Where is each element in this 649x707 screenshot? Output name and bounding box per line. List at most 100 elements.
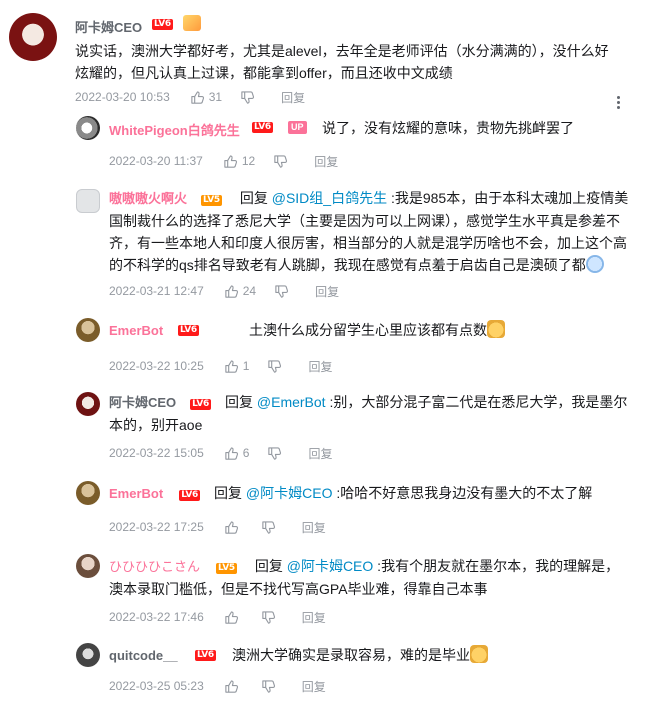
- thumb-up-icon: [224, 284, 239, 299]
- comment-body: 土澳什么成分留学生心里应该都有点数: [249, 322, 487, 338]
- embarrassed-emoji-icon: [585, 255, 604, 273]
- thumb-down-icon: [261, 679, 276, 694]
- like-button[interactable]: 12: [223, 154, 255, 169]
- thumb-up-icon: [224, 679, 239, 694]
- dislike-button[interactable]: [267, 359, 282, 374]
- avatar[interactable]: [76, 189, 100, 213]
- dislike-button[interactable]: [261, 610, 276, 625]
- avatar[interactable]: [76, 481, 100, 505]
- avatar[interactable]: [9, 13, 57, 61]
- comment-body: :别，大部分混子富二代是在悉尼大学，我是墨尔本的，别开aoe: [109, 394, 628, 433]
- like-button[interactable]: [224, 610, 243, 625]
- thumb-up-icon: [224, 359, 239, 374]
- like-count: 24: [242, 284, 257, 298]
- comment-meta: 2022-03-20 11:37 12 回复: [109, 153, 338, 169]
- reply-button[interactable]: 回复: [302, 678, 326, 695]
- cat-emoji-icon: [487, 320, 505, 338]
- level-badge: LV5: [216, 563, 237, 574]
- comment-meta: 2022-03-22 17:25 回复: [109, 519, 326, 535]
- reply-button[interactable]: 回复: [302, 609, 326, 626]
- dislike-button[interactable]: [267, 446, 282, 461]
- thumb-down-icon: [240, 90, 255, 105]
- reply-button[interactable]: 回复: [308, 445, 332, 462]
- level-badge: LV6: [152, 19, 173, 30]
- username[interactable]: 阿卡姆CEO: [109, 395, 176, 410]
- comment-meta: 2022-03-21 12:47 24 回复: [109, 283, 339, 299]
- level-badge: LV6: [190, 399, 211, 410]
- comment-time: 2022-03-22 17:25: [109, 520, 204, 534]
- comment-body: :哈哈不好意思我身边没有墨大的不太了解: [332, 485, 593, 501]
- up-badge: UP: [288, 121, 307, 134]
- comment-meta: 2022-03-22 15:05 6 回复: [109, 445, 332, 461]
- dislike-button[interactable]: [261, 679, 276, 694]
- thumb-up-icon: [223, 154, 238, 169]
- mention-link[interactable]: @SID组_白鸽先生: [272, 190, 387, 206]
- username[interactable]: ひひひひこさん: [109, 559, 200, 574]
- level-badge: LV5: [201, 195, 222, 206]
- avatar[interactable]: [76, 116, 100, 140]
- fan-medal-icon: [183, 15, 201, 31]
- reply-button[interactable]: 回复: [308, 358, 332, 375]
- reply-word: 回复: [239, 190, 268, 206]
- comment-body: 澳洲大学确实是录取容易，难的是毕业: [232, 647, 470, 663]
- reply-word: 回复: [225, 394, 253, 410]
- thumb-down-icon: [267, 359, 282, 374]
- comment-meta: 2022-03-25 05:23 回复: [109, 678, 326, 694]
- thumb-up-icon: [224, 520, 239, 535]
- mention-link[interactable]: @阿卡姆CEO: [246, 485, 333, 501]
- comment-time: 2022-03-21 12:47: [109, 284, 204, 298]
- comment-text: 土澳什么成分留学生心里应该都有点数: [249, 319, 549, 341]
- like-button[interactable]: 31: [190, 90, 222, 105]
- level-badge: LV6: [179, 490, 201, 501]
- reply-button[interactable]: 回复: [302, 519, 326, 536]
- reply-button[interactable]: 回复: [314, 153, 338, 170]
- username[interactable]: 阿卡姆CEO: [75, 17, 142, 36]
- level-badge: LV6: [178, 325, 199, 336]
- comment-time: 2022-03-22 15:05: [109, 446, 204, 460]
- more-options-icon[interactable]: [617, 96, 621, 110]
- avatar[interactable]: [76, 392, 100, 416]
- mention-link[interactable]: @阿卡姆CEO: [287, 558, 374, 574]
- username[interactable]: 嗷嗷嗷火啊火: [109, 191, 187, 206]
- dislike-button[interactable]: [274, 284, 289, 299]
- dislike-button[interactable]: [273, 154, 288, 169]
- like-count: 1: [242, 359, 250, 373]
- level-badge: LV6: [195, 650, 216, 661]
- comment-text: 澳洲大学确实是录取容易，难的是毕业: [232, 644, 532, 666]
- level-badge: LV6: [252, 122, 273, 133]
- like-count: 12: [241, 154, 256, 168]
- comment-time: 2022-03-20 11:37: [109, 154, 203, 168]
- username[interactable]: quitcode__: [109, 648, 178, 663]
- dislike-button[interactable]: [261, 520, 276, 535]
- dislike-button[interactable]: [240, 90, 255, 105]
- like-button[interactable]: [224, 520, 243, 535]
- like-button[interactable]: [224, 679, 243, 694]
- comment-text: 阿卡姆CEO LV6 回复 @EmerBot :别，大部分混子富二代是在悉尼大学，我…: [109, 391, 629, 436]
- reply-button[interactable]: 回复: [315, 283, 339, 300]
- comment-time: 2022-03-22 17:46: [109, 610, 204, 624]
- like-button[interactable]: 1: [224, 359, 250, 374]
- username[interactable]: EmerBot: [109, 486, 163, 501]
- like-count: 6: [242, 446, 250, 460]
- thumb-down-icon: [261, 610, 276, 625]
- thumb-down-icon: [274, 284, 289, 299]
- reply-button[interactable]: 回复: [281, 89, 305, 106]
- thumb-up-icon: [224, 610, 239, 625]
- reply-word: 回复: [254, 558, 283, 574]
- like-button[interactable]: 6: [224, 446, 250, 461]
- avatar[interactable]: [76, 318, 100, 342]
- username[interactable]: EmerBot: [109, 323, 163, 338]
- comment-time: 2022-03-20 10:53: [75, 90, 170, 104]
- like-count: 31: [208, 90, 223, 104]
- comment-meta: 2022-03-20 10:53 31 回复: [75, 89, 305, 105]
- thumb-down-icon: [267, 446, 282, 461]
- comment-meta: 2022-03-22 10:25 1 回复: [109, 358, 332, 374]
- username[interactable]: WhitePigeon白鸽先生: [109, 120, 240, 139]
- comment-text: 说实话，澳洲大学都好考，尤其是alevel，去年全是老师评估（水分满满的），没什…: [75, 43, 609, 81]
- avatar[interactable]: [76, 643, 100, 667]
- like-button[interactable]: 24: [224, 284, 256, 299]
- comment-text: EmerBot LV6 回复 @阿卡姆CEO :哈哈不好意思我身边没有墨大的不太了解: [109, 482, 629, 505]
- mention-link[interactable]: @EmerBot: [257, 394, 326, 410]
- avatar[interactable]: [76, 554, 100, 578]
- comment-time: 2022-03-22 10:25: [109, 359, 204, 373]
